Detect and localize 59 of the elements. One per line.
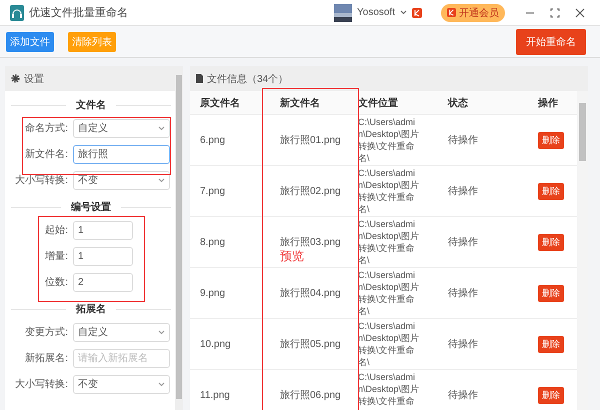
column-header: 操作 — [536, 96, 559, 110]
clear-list-button[interactable]: 清除列表 — [68, 32, 116, 52]
input-field[interactable]: 请输入新拓展名 — [73, 348, 170, 368]
add-files-button[interactable]: 添加文件 — [6, 32, 54, 52]
column-header: 文件位置 — [358, 96, 399, 110]
select-field[interactable]: 自定义 — [73, 118, 170, 138]
input-field[interactable]: 旅行照 — [73, 144, 170, 164]
select-field[interactable]: 不变 — [73, 374, 170, 394]
start-rename-button[interactable]: 开始重命名 — [516, 28, 586, 54]
table-cell-text: 8.png — [199, 236, 226, 248]
section-heading: 拓展名 — [76, 302, 106, 316]
table-cell-text: 10.png — [199, 338, 232, 350]
window-title: 优速文件批量重命名 — [29, 6, 128, 20]
field-label: 大小写转换: — [14, 378, 68, 391]
table-cell-text: 旅行照01.png — [279, 134, 342, 147]
delete-button[interactable]: 删除 — [538, 284, 564, 302]
field-label: 起始: — [44, 224, 68, 237]
table-cell-text: 旅行照06.png — [279, 388, 342, 402]
delete-button[interactable]: 删除 — [538, 182, 564, 200]
panel-title: 文件信息（34个） — [207, 72, 288, 86]
field-label: 新拓展名: — [24, 352, 68, 365]
table-cell-text: 旅行照05.png — [279, 338, 342, 351]
vip-button[interactable]: 开通会员 — [441, 4, 505, 22]
delete-button[interactable]: 删除 — [538, 234, 564, 250]
table-cell-text: 7.png — [199, 186, 226, 196]
table-cell-text: 11.png — [199, 390, 231, 400]
input-field[interactable]: 2 — [73, 272, 133, 292]
field-label: 大小写转换: — [14, 174, 68, 187]
table-cell-text: 旅行照03.png — [279, 236, 342, 249]
field-label: 位数: — [44, 276, 68, 289]
table-cell-text: 待操作 — [447, 388, 479, 402]
input-field[interactable]: 1 — [73, 220, 133, 240]
user-name[interactable]: Yososoft — [357, 7, 395, 18]
column-header: 新文件名 — [279, 96, 321, 110]
table-cell-text: 旅行照04.png — [279, 286, 342, 300]
table-cell-text: 待操作 — [447, 134, 479, 147]
delete-button[interactable]: 删除 — [538, 336, 564, 352]
column-header: 状态 — [446, 96, 469, 110]
field-label: 增量: — [44, 250, 68, 263]
table-cell-text: 待操作 — [447, 236, 479, 249]
section-heading: 编号设置 — [71, 200, 111, 214]
table-cell-text: 旅行照02.png — [279, 184, 342, 198]
field-label: 命名方式: — [24, 122, 68, 135]
delete-button[interactable]: 删除 — [538, 132, 564, 148]
table-cell-text: 6.png — [199, 134, 226, 146]
table-cell-text: 待操作 — [447, 184, 479, 198]
annotation-label: 预览 — [280, 248, 304, 265]
select-field[interactable]: 不变 — [73, 170, 170, 190]
section-heading: 文件名 — [76, 98, 106, 112]
panel-title: 设置 — [24, 72, 44, 86]
table-cell-text: 待操作 — [447, 338, 479, 351]
column-header: 原文件名 — [199, 96, 241, 110]
input-field[interactable]: 1 — [73, 246, 133, 266]
table-cell-text: 待操作 — [447, 286, 479, 300]
field-label: 变更方式: — [24, 326, 68, 339]
select-field[interactable]: 自定义 — [73, 322, 170, 342]
table-cell-text: 9.png — [199, 288, 226, 298]
delete-button[interactable]: 删除 — [538, 386, 564, 404]
field-label: 新文件名: — [24, 148, 68, 161]
